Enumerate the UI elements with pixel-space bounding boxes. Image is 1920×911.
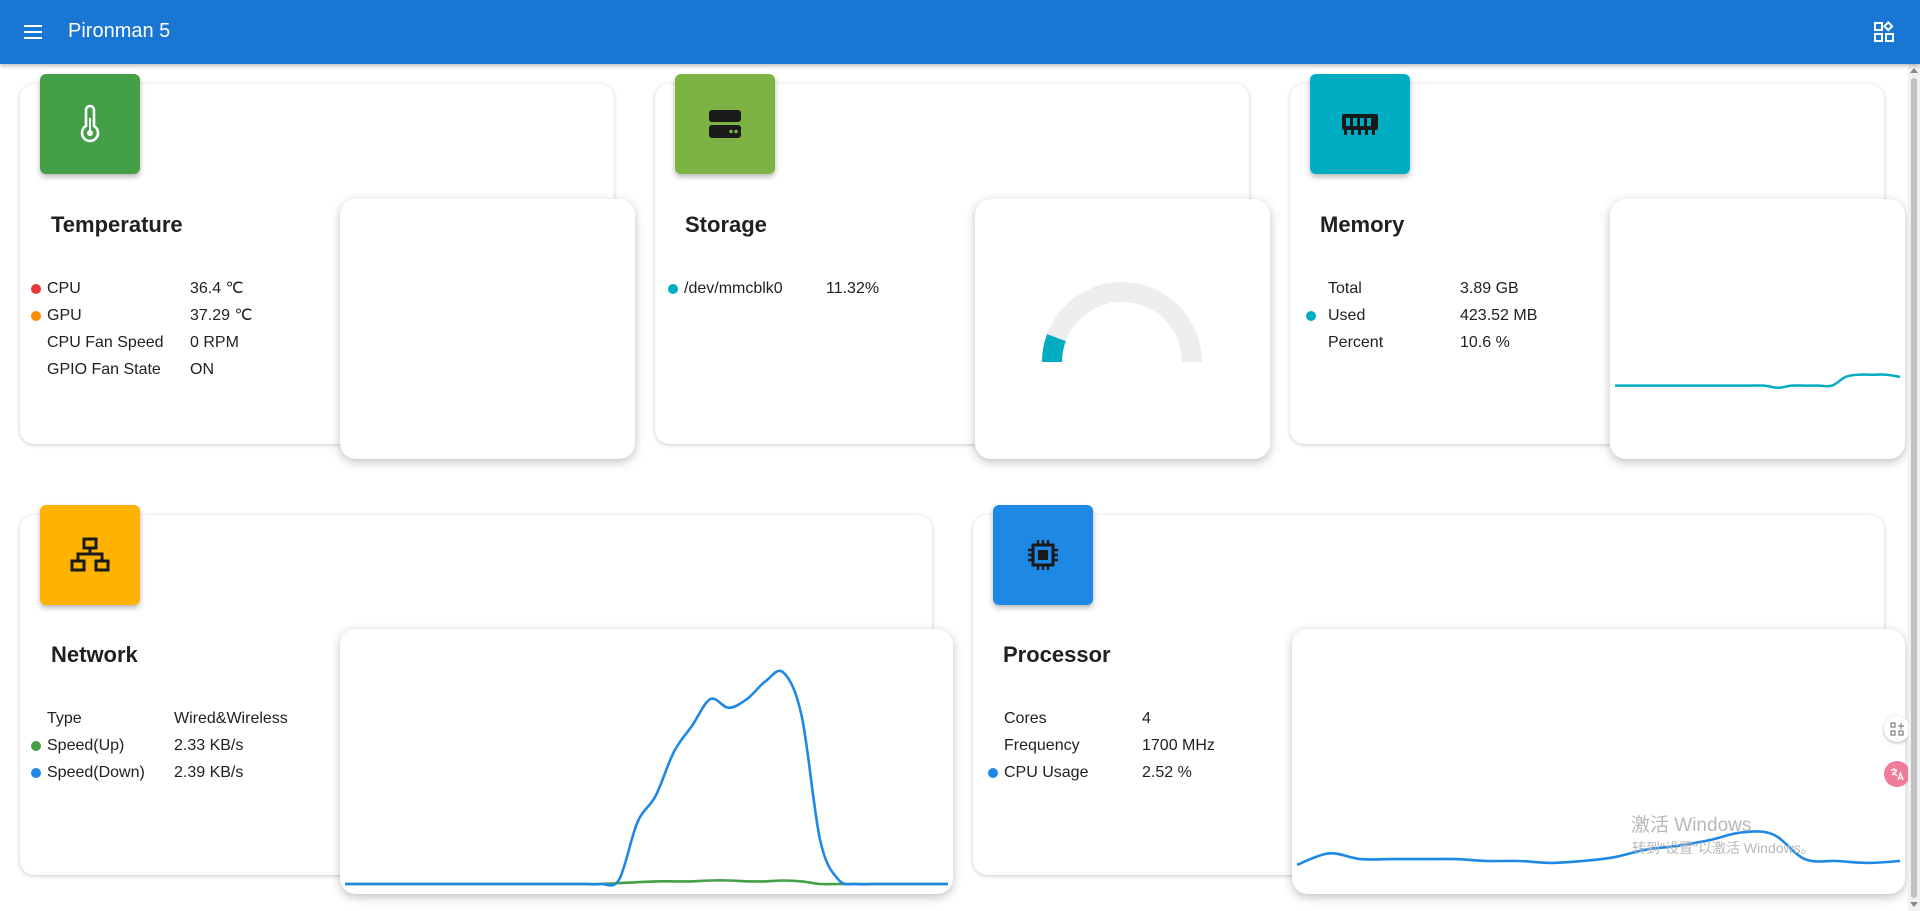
row-value: ON xyxy=(190,361,214,378)
menu-icon[interactable] xyxy=(20,19,46,45)
memory-legend-dot xyxy=(1306,311,1316,321)
row-value: 2.52 % xyxy=(1142,764,1192,781)
app-bar: Pironman 5 xyxy=(0,0,1920,64)
row-value: 36.4 ℃ xyxy=(190,280,244,297)
side-apps-icon[interactable] xyxy=(1884,716,1910,742)
series-line-speed-down- xyxy=(345,669,948,887)
row-label: Speed(Up) xyxy=(47,737,125,754)
cpu-legend-dot xyxy=(31,284,41,294)
gauge-value-arc xyxy=(1042,334,1066,363)
scroll-down-arrow[interactable] xyxy=(1910,902,1918,907)
dashboard-customize-icon[interactable] xyxy=(1872,20,1896,44)
cpu-temp-row: CPU 36.4 ℃ xyxy=(31,275,287,302)
fan-speed-row: CPU Fan Speed 0 RPM xyxy=(47,329,287,356)
speed-up-row: Speed(Up) 2.33 KB/s xyxy=(31,732,307,759)
network-chart-svg xyxy=(345,669,948,887)
gpu-temp-row: GPU 37.29 ℃ xyxy=(31,302,287,329)
temperature-chart-svg xyxy=(340,199,635,459)
upload-legend-dot xyxy=(31,741,41,751)
memory-chip-icon xyxy=(1310,74,1410,174)
download-legend-dot xyxy=(31,768,41,778)
row-label: Cores xyxy=(1004,710,1047,727)
scrollbar-thumb[interactable] xyxy=(1911,78,1917,898)
storage-title: Storage xyxy=(685,212,767,237)
row-label: Speed(Down) xyxy=(47,764,145,781)
memory-info: Total 3.89 GB Used 423.52 MB Percent 10.… xyxy=(1306,275,1588,356)
temperature-title: Temperature xyxy=(51,212,183,237)
row-value: 3.89 GB xyxy=(1460,280,1519,297)
row-value: 2.39 KB/s xyxy=(174,764,244,781)
network-icon xyxy=(40,505,140,605)
watermark-line2: 转到"设置"以激活 Windows。 xyxy=(1632,839,1815,856)
memory-percent-row: Percent 10.6 % xyxy=(1328,329,1588,356)
storage-info: /dev/mmcblk0 11.32% xyxy=(668,275,944,302)
speed-down-row: Speed(Down) 2.39 KB/s xyxy=(31,759,307,786)
row-value: 0 RPM xyxy=(190,334,239,351)
row-label: Type xyxy=(47,710,82,727)
windows-activation-watermark: 激活 Windows 转到"设置"以激活 Windows。 xyxy=(1631,815,1815,857)
watermark-line1: 激活 Windows xyxy=(1631,815,1752,836)
cpu-usage-row: CPU Usage 2.52 % xyxy=(988,759,1264,786)
gauge-track xyxy=(1042,282,1202,363)
row-label: CPU xyxy=(47,280,81,297)
series-line-used xyxy=(1615,373,1901,390)
disk-legend-dot xyxy=(668,284,678,294)
row-label: /dev/mmcblk0 xyxy=(684,280,783,297)
vertical-scrollbar[interactable] xyxy=(1908,64,1920,911)
network-info: Type Wired&Wireless Speed(Up) 2.33 KB/s … xyxy=(31,705,307,786)
frequency-row: Frequency 1700 MHz xyxy=(1004,732,1264,759)
row-label: CPU Usage xyxy=(1004,764,1089,781)
row-label: Percent xyxy=(1328,334,1384,351)
row-value: 423.52 MB xyxy=(1460,307,1538,324)
cpu-icon xyxy=(993,505,1093,605)
memory-used-row: Used 423.52 MB xyxy=(1306,302,1588,329)
row-value: 2.33 KB/s xyxy=(174,737,244,754)
cores-row: Cores 4 xyxy=(1004,705,1264,732)
memory-chart xyxy=(1610,199,1905,459)
row-value: 10.6 % xyxy=(1460,334,1510,351)
storage-chart xyxy=(975,199,1270,459)
row-label: Used xyxy=(1328,307,1366,324)
gpu-legend-dot xyxy=(31,311,41,321)
network-type-row: Type Wired&Wireless xyxy=(47,705,307,732)
gpio-fan-row: GPIO Fan State ON xyxy=(47,356,287,383)
memory-title: Memory xyxy=(1320,212,1405,237)
cpu-usage-legend-dot xyxy=(988,768,998,778)
processor-info: Cores 4 Frequency 1700 MHz CPU Usage 2.5… xyxy=(988,705,1264,786)
network-chart xyxy=(340,629,953,894)
memory-chart-svg xyxy=(1615,373,1901,390)
row-value: 37.29 ℃ xyxy=(190,307,253,324)
row-label: GPIO Fan State xyxy=(47,361,161,378)
memory-total-row: Total 3.89 GB xyxy=(1328,275,1588,302)
row-value: Wired&Wireless xyxy=(174,710,288,727)
hard-drive-icon xyxy=(675,74,775,174)
disk-row: /dev/mmcblk0 11.32% xyxy=(668,275,944,302)
row-label: Total xyxy=(1328,280,1362,297)
thermometer-icon xyxy=(40,74,140,174)
processor-title: Processor xyxy=(1003,642,1111,667)
row-label: CPU Fan Speed xyxy=(47,334,164,351)
temperature-chart xyxy=(340,199,635,459)
network-title: Network xyxy=(51,642,138,667)
row-value: 11.32% xyxy=(826,280,880,297)
row-value: 4 xyxy=(1142,710,1151,727)
temperature-info: CPU 36.4 ℃ GPU 37.29 ℃ CPU Fan Speed 0 R… xyxy=(31,275,287,383)
row-label: Frequency xyxy=(1004,737,1080,754)
dashboard: Temperature CPU 36.4 ℃ GPU 37.29 ℃ CPU F… xyxy=(0,64,1908,911)
scroll-up-arrow[interactable] xyxy=(1910,68,1918,73)
app-title: Pironman 5 xyxy=(68,20,171,42)
row-label: GPU xyxy=(47,307,82,324)
row-value: 1700 MHz xyxy=(1142,737,1215,754)
storage-gauge-svg xyxy=(1042,282,1202,363)
side-translate-icon[interactable] xyxy=(1884,761,1910,787)
